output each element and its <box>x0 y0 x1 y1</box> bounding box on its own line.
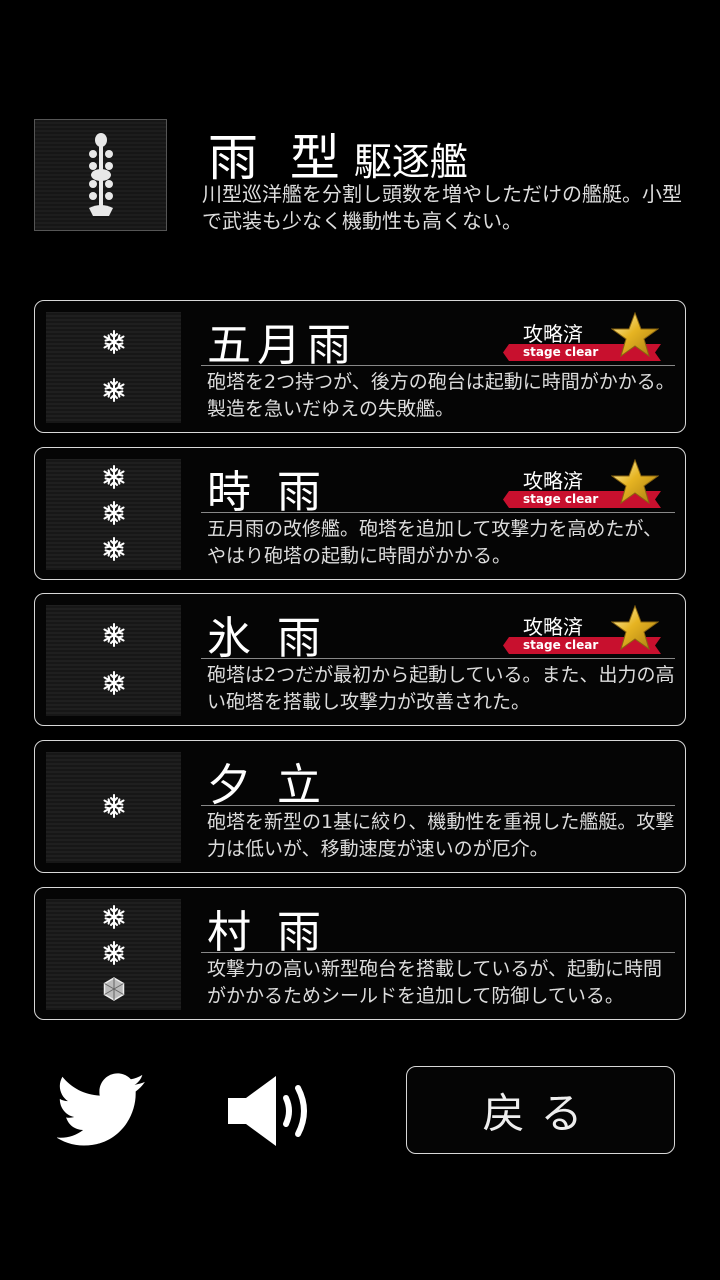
ship-description: 砲塔を新型の1基に絞り、機動性を重視した艦艇。攻撃力は低いが、移動速度が速いのが… <box>207 811 675 860</box>
gold-star-icon <box>610 458 660 509</box>
ship-name: 五月雨 <box>207 320 357 371</box>
stage-clear-badge: 攻略済 stage clear <box>503 311 663 363</box>
stage-clear-badge: 攻略済 stage clear <box>503 604 663 656</box>
speaker-volume-icon[interactable] <box>226 1072 316 1150</box>
badge-label-jp: 攻略済 <box>523 615 583 639</box>
snowflake-turret-icon <box>101 377 127 407</box>
badge-label-en: stage clear <box>523 638 599 652</box>
divider <box>201 365 675 366</box>
ship-thumbnail <box>46 752 181 863</box>
ship-name: 村 雨 <box>207 907 327 958</box>
stage-clear-badge: 攻略済 stage clear <box>503 458 663 510</box>
snowflake-turret-icon <box>101 464 127 494</box>
ship-description: 五月雨の改修艦。砲塔を追加して攻撃力を高めたが、やはり砲塔の起動に時間がかかる。 <box>207 518 663 567</box>
snowflake-turret-icon <box>101 670 127 700</box>
badge-label-jp: 攻略済 <box>523 322 583 346</box>
gold-star-icon <box>610 604 660 655</box>
ship-description: 砲塔を2つ持つが、後方の砲台は起動に時間がかかる。製造を急いだゆえの失敗艦。 <box>207 371 675 420</box>
badge-label-jp: 攻略済 <box>523 469 583 493</box>
ship-card[interactable]: 夕 立砲塔を新型の1基に絞り、機動性を重視した艦艇。攻撃力は低いが、移動速度が速… <box>34 740 686 873</box>
ship-name: 時 雨 <box>207 467 327 518</box>
snowflake-turret-icon <box>101 500 127 530</box>
ship-thumbnail <box>46 899 181 1010</box>
ship-card[interactable]: 氷 雨砲塔は2つだが最初から起動している。また、出力の高い砲塔を搭載し攻撃力が改… <box>34 593 686 726</box>
ship-name: 氷 雨 <box>207 613 327 664</box>
class-description: 川型巡洋艦を分割し頭数を増やしただけの艦艇。小型で武装も少なく機動性も高くない。 <box>202 182 682 233</box>
ship-thumbnail <box>46 312 181 423</box>
divider <box>201 952 675 953</box>
badge-label-en: stage clear <box>523 345 599 359</box>
divider <box>201 512 675 513</box>
snowflake-turret-icon <box>101 793 127 823</box>
ship-card[interactable]: 時 雨五月雨の改修艦。砲塔を追加して攻撃力を高めたが、やはり砲塔の起動に時間がか… <box>34 447 686 580</box>
divider <box>201 805 675 806</box>
hexagon-shield-icon <box>101 976 127 1006</box>
snowflake-turret-icon <box>101 622 127 652</box>
ship-description: 攻撃力の高い新型砲台を搭載しているが、起動に時間がかかるためシールドを追加して防… <box>207 958 663 1007</box>
destroyer-class-emblem-icon <box>89 133 113 216</box>
twitter-bird-icon[interactable] <box>57 1073 147 1147</box>
ship-type: 駆逐艦 <box>353 140 468 184</box>
snowflake-turret-icon <box>101 329 127 359</box>
snowflake-turret-icon <box>101 940 127 970</box>
badge-label-en: stage clear <box>523 492 599 506</box>
class-thumbnail <box>34 119 167 231</box>
class-name: 雨 型 <box>208 129 348 187</box>
gold-star-icon <box>610 311 660 362</box>
snowflake-turret-icon <box>101 904 127 934</box>
divider <box>201 658 675 659</box>
ship-card[interactable]: 五月雨 砲塔を2つ持つが、後方の砲台は起動に時間がかかる。製造を急いだゆえの失敗艦… <box>34 300 686 433</box>
ship-thumbnail <box>46 605 181 716</box>
class-title: 雨 型駆逐艦 <box>208 118 468 187</box>
back-button[interactable]: 戻る <box>406 1066 675 1154</box>
ship-name: 夕 立 <box>207 760 327 811</box>
snowflake-turret-icon <box>101 536 127 566</box>
ship-thumbnail <box>46 459 181 570</box>
ship-description: 砲塔は2つだが最初から起動している。また、出力の高い砲塔を搭載し攻撃力が改善され… <box>207 664 675 713</box>
ship-card[interactable]: 村 雨攻撃力の高い新型砲台を搭載しているが、起動に時間がかかるためシールドを追加… <box>34 887 686 1020</box>
